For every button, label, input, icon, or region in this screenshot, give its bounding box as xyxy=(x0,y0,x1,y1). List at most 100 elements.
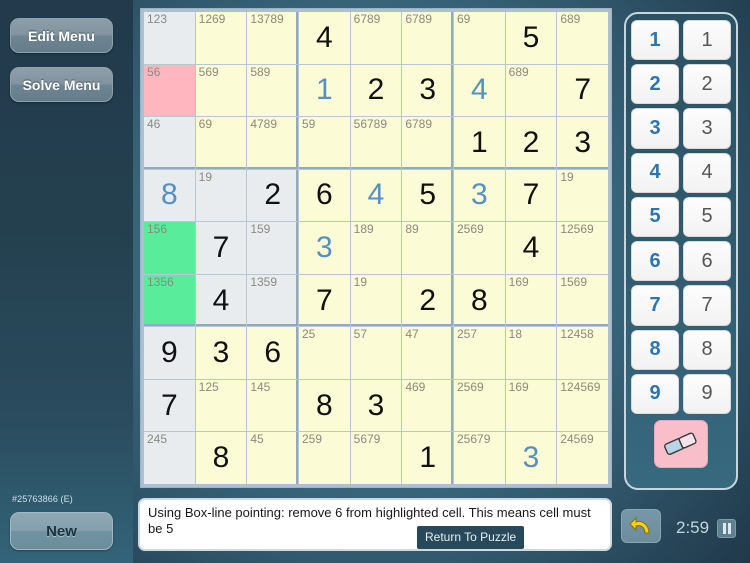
numpad-secondary-3[interactable]: 3 xyxy=(683,108,731,149)
sudoku-cell-r3c2[interactable]: 69 xyxy=(195,117,247,169)
sudoku-cell-r6c5[interactable]: 19 xyxy=(350,274,402,327)
sudoku-cell-r1c9[interactable]: 689 xyxy=(557,12,608,64)
numpad-secondary-6[interactable]: 6 xyxy=(683,241,731,282)
sudoku-cell-r4c5[interactable]: 4 xyxy=(350,169,402,222)
sudoku-cell-r4c7[interactable]: 3 xyxy=(454,169,505,222)
numpad-secondary-9[interactable]: 9 xyxy=(683,373,731,414)
sudoku-cell-r9c9[interactable]: 24569 xyxy=(557,432,608,484)
sudoku-cell-r8c4[interactable]: 8 xyxy=(299,379,350,432)
sudoku-cell-r5c3[interactable]: 159 xyxy=(247,222,298,274)
sudoku-cell-r8c6[interactable]: 469 xyxy=(402,379,453,432)
numpad-primary-5[interactable]: 5 xyxy=(631,196,679,238)
sudoku-cell-r8c8[interactable]: 169 xyxy=(505,379,557,432)
sudoku-cell-r1c7[interactable]: 69 xyxy=(454,12,505,64)
sudoku-cell-r4c4[interactable]: 6 xyxy=(299,169,350,222)
numpad-secondary-7[interactable]: 7 xyxy=(683,285,731,326)
sudoku-cell-r4c6[interactable]: 5 xyxy=(402,169,453,222)
numpad-primary-6[interactable]: 6 xyxy=(631,241,679,282)
sudoku-cell-r3c1[interactable]: 46 xyxy=(144,117,195,169)
sudoku-cell-r5c1[interactable]: 156 xyxy=(144,222,195,274)
sudoku-cell-r4c9[interactable]: 19 xyxy=(557,169,608,222)
sudoku-cell-r8c7[interactable]: 2569 xyxy=(454,379,505,432)
sudoku-cell-r7c1[interactable]: 9 xyxy=(144,327,195,379)
sudoku-cell-r5c7[interactable]: 2569 xyxy=(454,222,505,274)
numpad-primary-4[interactable]: 4 xyxy=(631,152,679,193)
sudoku-cell-r6c3[interactable]: 1359 xyxy=(247,274,298,327)
sudoku-cell-r3c8[interactable]: 2 xyxy=(505,117,557,169)
sudoku-cell-r1c1[interactable]: 123 xyxy=(144,12,195,64)
sudoku-cell-r9c1[interactable]: 245 xyxy=(144,432,195,484)
sudoku-cell-r5c2[interactable]: 7 xyxy=(195,222,247,274)
sudoku-cell-r6c8[interactable]: 169 xyxy=(505,274,557,327)
numpad-secondary-4[interactable]: 4 xyxy=(683,152,731,193)
sudoku-cell-r5c8[interactable]: 4 xyxy=(505,222,557,274)
sudoku-cell-r9c3[interactable]: 45 xyxy=(247,432,298,484)
sudoku-cell-r5c9[interactable]: 12569 xyxy=(557,222,608,274)
sudoku-cell-r4c2[interactable]: 19 xyxy=(195,169,247,222)
sudoku-cell-r1c2[interactable]: 1269 xyxy=(195,12,247,64)
sudoku-cell-r5c5[interactable]: 189 xyxy=(350,222,402,274)
undo-button[interactable] xyxy=(621,509,661,543)
pause-button[interactable] xyxy=(717,519,736,538)
sudoku-cell-r9c5[interactable]: 5679 xyxy=(350,432,402,484)
sudoku-cell-r2c1[interactable]: 56 xyxy=(144,64,195,117)
sudoku-cell-r9c8[interactable]: 3 xyxy=(505,432,557,484)
sudoku-cell-r2c7[interactable]: 4 xyxy=(454,64,505,117)
sudoku-cell-r2c9[interactable]: 7 xyxy=(557,64,608,117)
sudoku-cell-r9c2[interactable]: 8 xyxy=(195,432,247,484)
sudoku-cell-r1c6[interactable]: 6789 xyxy=(402,12,453,64)
sudoku-cell-r5c4[interactable]: 3 xyxy=(299,222,350,274)
sudoku-cell-r8c9[interactable]: 124569 xyxy=(557,379,608,432)
sudoku-cell-r6c4[interactable]: 7 xyxy=(299,274,350,327)
sudoku-cell-r9c4[interactable]: 259 xyxy=(299,432,350,484)
sudoku-cell-r8c3[interactable]: 145 xyxy=(247,379,298,432)
sudoku-cell-r5c6[interactable]: 89 xyxy=(402,222,453,274)
sudoku-cell-r9c7[interactable]: 25679 xyxy=(454,432,505,484)
sudoku-cell-r1c8[interactable]: 5 xyxy=(505,12,557,64)
sudoku-cell-r8c2[interactable]: 125 xyxy=(195,379,247,432)
sudoku-cell-r3c4[interactable]: 59 xyxy=(299,117,350,169)
sudoku-cell-r4c1[interactable]: 8 xyxy=(144,169,195,222)
sudoku-cell-r3c5[interactable]: 56789 xyxy=(350,117,402,169)
sudoku-cell-r1c4[interactable]: 4 xyxy=(299,12,350,64)
sudoku-cell-r2c6[interactable]: 3 xyxy=(402,64,453,117)
sudoku-cell-r6c2[interactable]: 4 xyxy=(195,274,247,327)
sudoku-cell-r2c2[interactable]: 569 xyxy=(195,64,247,117)
sudoku-cell-r1c5[interactable]: 6789 xyxy=(350,12,402,64)
numpad-primary-7[interactable]: 7 xyxy=(631,285,679,326)
numpad-primary-3[interactable]: 3 xyxy=(631,108,679,149)
sudoku-cell-r6c1[interactable]: 1356 xyxy=(144,274,195,327)
sudoku-cell-r6c6[interactable]: 2 xyxy=(402,274,453,327)
numpad-primary-1[interactable]: 1 xyxy=(631,20,679,61)
numpad-secondary-1[interactable]: 1 xyxy=(683,20,731,61)
sudoku-cell-r7c7[interactable]: 257 xyxy=(454,327,505,379)
sudoku-cell-r7c3[interactable]: 6 xyxy=(247,327,298,379)
sudoku-cell-r4c3[interactable]: 2 xyxy=(247,169,298,222)
sudoku-cell-r2c3[interactable]: 589 xyxy=(247,64,298,117)
numpad-secondary-8[interactable]: 8 xyxy=(683,329,731,370)
sudoku-cell-r1c3[interactable]: 13789 xyxy=(247,12,298,64)
sudoku-cell-r4c8[interactable]: 7 xyxy=(505,169,557,222)
sudoku-cell-r2c5[interactable]: 2 xyxy=(350,64,402,117)
sudoku-cell-r7c4[interactable]: 25 xyxy=(299,327,350,379)
numpad-secondary-5[interactable]: 5 xyxy=(683,196,731,238)
sudoku-cell-r6c7[interactable]: 8 xyxy=(454,274,505,327)
sudoku-cell-r7c9[interactable]: 12458 xyxy=(557,327,608,379)
return-to-puzzle-button[interactable]: Return To Puzzle xyxy=(417,526,525,549)
sudoku-cell-r3c6[interactable]: 6789 xyxy=(402,117,453,169)
sudoku-cell-r2c4[interactable]: 1 xyxy=(299,64,350,117)
eraser-button[interactable] xyxy=(654,420,708,468)
sudoku-cell-r7c5[interactable]: 57 xyxy=(350,327,402,379)
sudoku-cell-r3c3[interactable]: 4789 xyxy=(247,117,298,169)
sudoku-cell-r9c6[interactable]: 1 xyxy=(402,432,453,484)
sudoku-cell-r3c7[interactable]: 1 xyxy=(454,117,505,169)
numpad-primary-8[interactable]: 8 xyxy=(631,329,679,370)
sudoku-cell-r6c9[interactable]: 1569 xyxy=(557,274,608,327)
sudoku-cell-r2c8[interactable]: 689 xyxy=(505,64,557,117)
numpad-primary-9[interactable]: 9 xyxy=(631,373,679,414)
solve-menu-button[interactable]: Solve Menu xyxy=(10,67,113,102)
edit-menu-button[interactable]: Edit Menu xyxy=(10,18,113,53)
new-puzzle-button[interactable]: New xyxy=(10,512,113,550)
sudoku-cell-r7c2[interactable]: 3 xyxy=(195,327,247,379)
sudoku-cell-r8c1[interactable]: 7 xyxy=(144,379,195,432)
